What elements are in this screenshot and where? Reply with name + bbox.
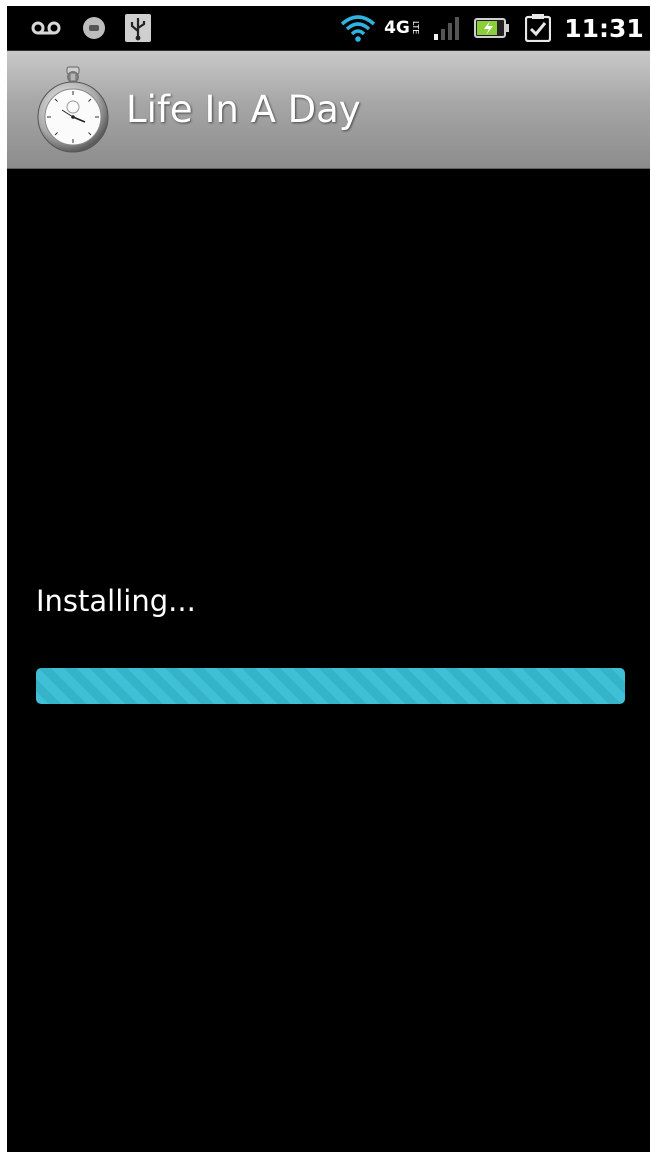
install-progress-bar: [36, 668, 625, 704]
emergency-icon: [81, 6, 107, 50]
status-bar: 4G LTE 11:31: [7, 6, 650, 51]
wifi-icon: [339, 6, 377, 50]
voicemail-icon: [29, 6, 63, 50]
phone-screen: 4G LTE 11:31 Life In A Day Installing...: [7, 6, 650, 1152]
app-title-bar: Life In A Day: [7, 51, 650, 169]
signal-strength-icon: [431, 6, 461, 50]
install-progress-fill: [36, 668, 625, 704]
usb-icon: [123, 6, 153, 50]
network-4g-lte-icon: 4G LTE: [379, 6, 425, 50]
task-check-icon: [523, 6, 553, 50]
app-title: Life In A Day: [126, 88, 361, 131]
network-label: 4G: [384, 18, 410, 38]
status-time: 11:31: [564, 13, 644, 43]
stopwatch-icon: [35, 65, 111, 155]
network-sub-label: LTE: [410, 21, 420, 35]
installing-status-text: Installing...: [36, 584, 196, 618]
battery-charging-icon: [473, 6, 511, 50]
